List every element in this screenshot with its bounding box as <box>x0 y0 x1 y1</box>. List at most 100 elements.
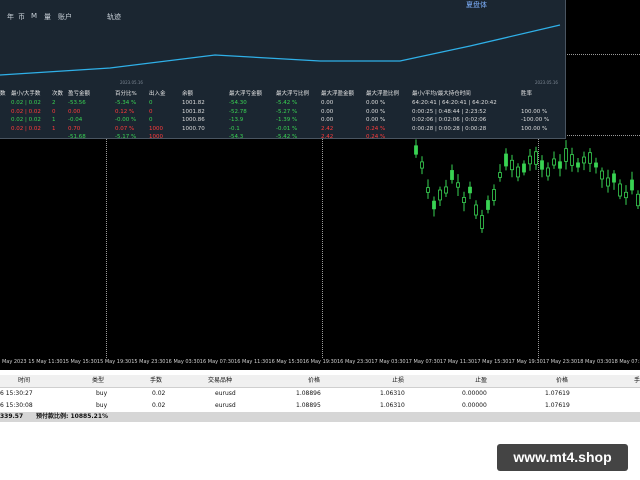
col-type[interactable]: 类型 <box>92 375 104 387</box>
order-time: 6 15:30:08 <box>0 402 33 409</box>
time-axis-label: 15 May 19:30 <box>96 359 132 365</box>
candle-body <box>468 186 472 194</box>
summary-button[interactable]: 夏盘体 <box>466 0 487 10</box>
col-price[interactable]: 价格 <box>308 375 320 387</box>
candle-body <box>462 197 466 203</box>
candle-body <box>576 162 580 168</box>
order-current-price: 1.07619 <box>545 402 570 409</box>
stats-cell: -5.17 % <box>115 134 137 139</box>
col-more[interactable]: 手 <box>634 375 640 387</box>
candle-body <box>546 167 550 177</box>
stats-header-11: 最小/平均/最大持仓时间 <box>412 91 471 97</box>
time-axis-label: 15 May 23:30 <box>131 359 166 365</box>
stats-header-9: 最大浮盈金额 <box>321 91 355 97</box>
order-type: buy <box>96 390 108 397</box>
tab-year[interactable]: 年 <box>7 12 14 22</box>
stats-cell: -54.3 <box>229 134 244 139</box>
stats-header-12: 胜率 <box>521 91 533 97</box>
time-axis-label: 17 May 11:30 <box>439 359 475 365</box>
candle-body <box>480 215 484 229</box>
candle-body <box>444 186 448 194</box>
order-type: buy <box>96 402 108 409</box>
order-tp: 0.00000 <box>462 402 487 409</box>
order-sl: 1.06310 <box>380 402 405 409</box>
time-axis-label: 16 May 03:30 <box>165 359 200 365</box>
vertical-gridline <box>538 138 539 370</box>
candle-body <box>438 189 442 201</box>
equity-curve-graph <box>0 24 561 76</box>
time-axis-label: 16 May 07:30 <box>199 359 235 365</box>
candle-body <box>486 200 490 210</box>
stats-header-7: 最大浮亏金额 <box>229 91 263 97</box>
time-axis-label: 17 May 03:30 <box>371 359 406 365</box>
balance-value: 339.57 <box>0 413 24 420</box>
stats-header-5: 出入金 <box>149 91 166 97</box>
candle-body <box>516 166 520 178</box>
col-current-price[interactable]: 价格 <box>556 375 568 387</box>
balance-bar: 339.57 预付款比例: 10885.21% <box>0 412 640 422</box>
stats-header-0: 数 <box>0 91 6 97</box>
candle-body <box>582 156 586 164</box>
order-price: 1.08896 <box>296 390 321 397</box>
stats-header-8: 最大浮亏比例 <box>276 91 310 97</box>
candle-body <box>624 191 628 199</box>
col-tp[interactable]: 止盈 <box>475 375 487 387</box>
margin-level: 预付款比例: 10885.21% <box>36 413 109 420</box>
candle-body <box>618 183 622 197</box>
order-sl: 1.06310 <box>380 390 405 397</box>
stats-cell: -5.42 % <box>276 134 298 139</box>
candle-body <box>636 193 640 207</box>
stats-cell: 0.02 | 0.02 <box>11 125 41 132</box>
candle-body <box>558 161 562 169</box>
order-symbol: eurusd <box>215 390 236 397</box>
time-axis-label: 17 May 23:30 <box>542 359 578 365</box>
time-axis-label: 16 May 23:30 <box>337 359 372 365</box>
order-symbol: eurusd <box>215 402 236 409</box>
candle-body <box>510 159 514 171</box>
candle-body <box>570 154 574 166</box>
horizontal-gridline <box>565 135 640 136</box>
stats-cell: 1000.70 <box>182 125 205 132</box>
tab-currency[interactable]: 币 <box>18 12 25 22</box>
tab-volume[interactable]: 量 <box>44 12 51 22</box>
order-current-price: 1.07619 <box>545 390 570 397</box>
candle-body <box>630 179 634 191</box>
order-lots: 0.02 <box>152 390 166 397</box>
price-chart[interactable]: 年 币 M 量 账户 轨迹 夏盘体 2023.05.16 2023.05.16 … <box>0 0 640 370</box>
candle-body <box>612 173 616 183</box>
graph-date-left: 2023.05.16 <box>120 80 143 85</box>
col-time[interactable]: 时间 <box>18 375 30 387</box>
account-report-panel[interactable]: 年 币 M 量 账户 轨迹 夏盘体 2023.05.16 2023.05.16 … <box>0 0 566 139</box>
candle-body <box>588 152 592 164</box>
time-axis-label: 15 May 15:30 <box>62 359 97 365</box>
col-lots[interactable]: 手数 <box>150 375 162 387</box>
time-axis-label: 16 May 15:30 <box>268 359 303 365</box>
stats-header-2: 次数 <box>52 91 64 97</box>
candle-body <box>528 155 532 165</box>
candle-body <box>564 148 568 162</box>
stats-cell: 1000 <box>149 134 163 139</box>
stats-cell: 0.24 % <box>366 134 386 139</box>
candle-body <box>522 163 526 173</box>
orders-panel[interactable]: 时间 类型 手数 交易品种 价格 止损 止盈 价格 手 6 15:30:27 b… <box>0 372 640 422</box>
tab-account[interactable]: 账户 <box>58 12 72 22</box>
candle-body <box>474 204 478 216</box>
site-watermark: www.mt4.shop <box>497 444 628 471</box>
candle-body <box>456 182 460 188</box>
tab-month[interactable]: M <box>31 12 37 20</box>
candle-body <box>504 153 508 167</box>
order-price: 1.08895 <box>296 402 321 409</box>
stats-header-1: 最小/大手数 <box>11 91 41 97</box>
stats-cell: 100.00 % <box>521 125 548 132</box>
vertical-gridline <box>322 138 323 370</box>
graph-tab-label[interactable]: 轨迹 <box>107 12 121 22</box>
time-axis-label: 16 May 19:30 <box>302 359 337 365</box>
horizontal-gridline <box>565 54 640 55</box>
stats-header-6: 余额 <box>182 91 194 97</box>
candle-body <box>498 172 502 178</box>
candle-body <box>450 170 454 180</box>
col-symbol[interactable]: 交易品种 <box>208 375 232 387</box>
time-axis-label: 16 May 11:30 <box>234 359 269 365</box>
candle-body <box>600 170 604 180</box>
col-sl[interactable]: 止损 <box>392 375 404 387</box>
